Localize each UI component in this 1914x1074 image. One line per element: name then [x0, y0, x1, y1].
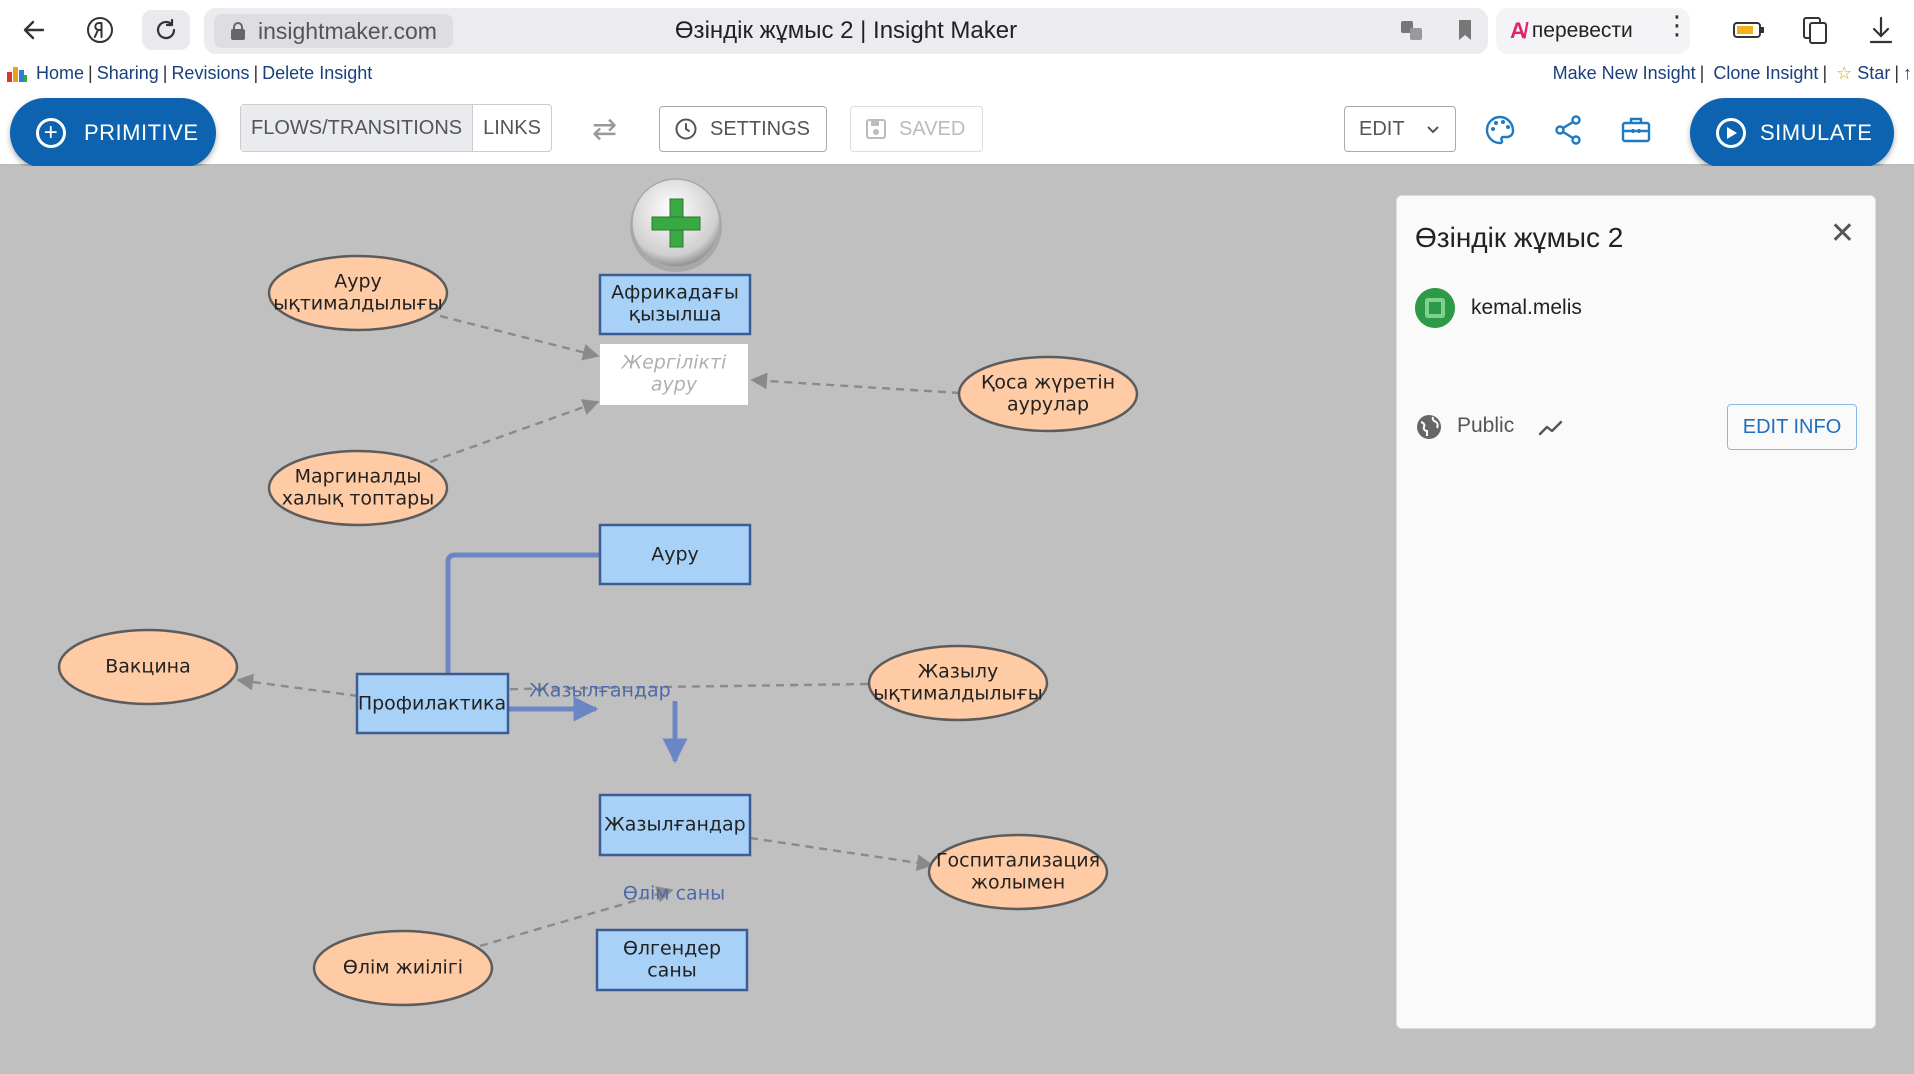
- revisions-link[interactable]: Revisions: [171, 63, 249, 84]
- stock-africa-label: Африкадағы: [611, 282, 739, 304]
- insight-links-bar: Home | Sharing | Revisions | Delete Insight…: [0, 60, 1914, 90]
- param-p5-label: Жазылу: [918, 661, 999, 683]
- flows-transitions-button[interactable]: FLOWS/TRANSITIONS: [241, 105, 474, 151]
- download-icon[interactable]: [1864, 14, 1898, 46]
- translate-label: перевести: [1531, 19, 1633, 42]
- author-name[interactable]: kemal.melis: [1471, 296, 1582, 320]
- yandex-button[interactable]: [76, 10, 124, 50]
- make-new-insight-link[interactable]: Make New Insight: [1553, 63, 1696, 83]
- translate-button[interactable]: A̸ перевести: [1496, 8, 1690, 54]
- param-p2-label: Маргиналды: [295, 466, 422, 488]
- simulate-button[interactable]: SIMULATE: [1690, 98, 1894, 168]
- arrow-left-icon: [23, 20, 45, 40]
- insight-title: Өзіндік жұмыс 2: [1415, 222, 1624, 253]
- add-primitive-plus-icon: [630, 178, 722, 272]
- reload-button[interactable]: [142, 10, 190, 50]
- insight-links-left: Home | Sharing | Revisions | Delete Insight: [6, 63, 372, 84]
- avatar[interactable]: [1415, 288, 1455, 328]
- param-p3-label: Қоса жүретін: [981, 372, 1115, 394]
- clock-icon: [675, 118, 697, 140]
- insight-links-right: Make New Insight | Clone Insight | ☆ Star |…: [1552, 63, 1912, 83]
- param-p5-label: ықтималдылығы: [873, 682, 1043, 704]
- links-button[interactable]: LINKS: [473, 105, 551, 151]
- up-arrow-icon[interactable]: ↑: [1903, 63, 1912, 83]
- edit-dropdown[interactable]: EDIT: [1344, 106, 1456, 152]
- settings-button[interactable]: SETTINGS: [659, 106, 827, 152]
- more-menu-icon[interactable]: ⋮: [1664, 10, 1690, 41]
- translate-icon: A̸: [1510, 18, 1526, 43]
- stock-zhaz-label: Жазылғандар: [604, 814, 745, 836]
- flow-label: Өлім саны: [623, 883, 725, 905]
- edit-label: EDIT: [1359, 117, 1405, 140]
- param-p4-label: Вакцина: [105, 656, 191, 678]
- back-button[interactable]: [10, 10, 58, 50]
- primitive-label: PRIMITIVE: [84, 120, 199, 145]
- share-icon[interactable]: [1552, 114, 1584, 146]
- browser-toolbar: insightmaker.com Өзіндік жұмыс 2 | Insig…: [0, 0, 1914, 60]
- plus-circle-icon: +: [36, 118, 66, 148]
- variable-zherg-label: Жергілікті: [621, 352, 727, 374]
- chevron-down-icon: [1427, 126, 1439, 134]
- translate-page-icon[interactable]: [1398, 16, 1426, 44]
- insight-info-panel: Өзіндік жұмыс 2 ✕ kemal.melis Public EDI…: [1396, 195, 1876, 1029]
- page-title: Өзіндік жұмыс 2 | Insight Maker: [674, 17, 1018, 44]
- connection-mode-toggle: FLOWS/TRANSITIONS LINKS: [240, 104, 552, 152]
- link-p3-to-zherg: [750, 372, 961, 395]
- link-profil-to-vaccine: [236, 673, 359, 698]
- param-p7-label: Өлім жиілігі: [343, 957, 463, 979]
- param-p6-label: жолымен: [971, 871, 1065, 893]
- star-link[interactable]: Star: [1857, 63, 1890, 83]
- visibility-label: Public: [1457, 414, 1515, 437]
- clone-insight-link[interactable]: Clone Insight: [1713, 63, 1818, 83]
- sharing-link[interactable]: Sharing: [97, 63, 159, 84]
- param-p2-label: халық топтары: [282, 487, 434, 509]
- stock-africa-label: қызылша: [629, 303, 722, 325]
- save-icon: [866, 119, 886, 139]
- globe-icon: [1417, 415, 1441, 439]
- address-bar[interactable]: insightmaker.com Өзіндік жұмыс 2 | Insig…: [204, 8, 1488, 54]
- add-primitive-button[interactable]: + PRIMITIVE: [10, 98, 216, 168]
- insight-maker-logo-icon: [7, 66, 27, 82]
- trending-icon: [1538, 420, 1563, 436]
- edit-info-button[interactable]: EDIT INFO: [1727, 404, 1857, 450]
- editor-toolbar: + PRIMITIVE FLOWS/TRANSITIONS LINKS ⇄ SE…: [0, 90, 1914, 168]
- toolbox-icon[interactable]: [1620, 114, 1652, 146]
- collections-icon[interactable]: [1798, 14, 1832, 46]
- link-p2-to-zherg: [429, 399, 600, 464]
- palette-icon[interactable]: [1484, 114, 1516, 146]
- param-p1-label: Ауру: [334, 271, 382, 293]
- saved-label: SAVED: [899, 117, 966, 140]
- link-zhaz-to-p6: [749, 836, 934, 872]
- home-link[interactable]: Home: [36, 63, 84, 84]
- variable-zherg-label: ауру: [651, 373, 698, 395]
- flow-label: Жазылғандар: [529, 680, 670, 702]
- bookmark-icon[interactable]: [1452, 16, 1478, 44]
- simulate-label: SIMULATE: [1760, 120, 1873, 145]
- play-circle-icon: [1716, 118, 1746, 148]
- swap-arrows-icon[interactable]: ⇄: [592, 112, 617, 147]
- stock-profil-label: Профилактика: [358, 693, 506, 715]
- link-p1-to-zherg: [439, 314, 600, 361]
- param-p3-label: аурулар: [1007, 393, 1089, 415]
- close-icon[interactable]: ✕: [1830, 216, 1855, 251]
- reload-icon: [156, 18, 176, 40]
- stock-olg-label: Өлгендер: [623, 938, 721, 960]
- delete-insight-link[interactable]: Delete Insight: [262, 63, 372, 84]
- param-p1-label: ықтималдылығы: [273, 292, 443, 314]
- settings-label: SETTINGS: [710, 117, 811, 140]
- param-p6-label: Госпитализация: [936, 850, 1100, 872]
- battery-icon[interactable]: [1732, 14, 1766, 46]
- star-icon[interactable]: ☆: [1836, 63, 1852, 83]
- address-icons: [1398, 16, 1478, 44]
- stock-aury-label: Ауру: [651, 544, 699, 566]
- stock-olg-label: саны: [647, 959, 697, 981]
- saved-button[interactable]: SAVED: [850, 106, 983, 152]
- yandex-icon: [87, 17, 113, 43]
